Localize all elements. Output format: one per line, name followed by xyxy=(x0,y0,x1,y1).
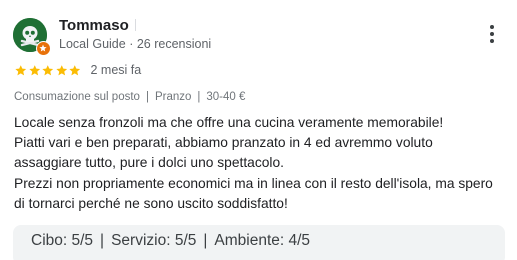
more-vertical-icon xyxy=(490,25,494,29)
review-text: Locale senza fronzoli ma che offre una c… xyxy=(14,113,509,214)
review-text-line: Piatti vari e ben preparati, abbiamo pra… xyxy=(14,135,433,151)
tag-meal: Pranzo xyxy=(154,91,192,103)
local-guide-badge-icon xyxy=(36,41,51,56)
score-divider: | xyxy=(100,232,105,249)
tag-divider: | xyxy=(197,91,201,103)
review-text-line: Prezzi non propriamente economici ma in … xyxy=(14,175,493,191)
tag-service: Consumazione sul posto xyxy=(14,91,140,103)
reviews-count: 26 recensioni xyxy=(136,37,212,51)
rating-row: 2 mesi fa xyxy=(14,62,141,78)
star-icon xyxy=(15,64,27,75)
more-options-button[interactable] xyxy=(485,25,499,47)
author-name-row: Tommaso xyxy=(59,17,136,34)
score-panel: Cibo: 5/5 | Servizio: 5/5 | Ambiente: 4/5 xyxy=(13,225,505,260)
author-name[interactable]: Tommaso xyxy=(59,17,129,34)
review-header: Tommaso Local Guide · 26 recensioni xyxy=(13,17,503,57)
review-text-line: assaggiare tutto, pure i dolci uno spett… xyxy=(14,155,284,171)
subtitle-separator: · xyxy=(129,37,134,51)
star-icon xyxy=(42,64,54,75)
score-service: Servizio: 5/5 xyxy=(111,232,197,249)
star-rating xyxy=(14,64,82,77)
star-icon xyxy=(69,64,81,75)
visit-details: Consumazione sul posto | Pranzo | 30-40 € xyxy=(14,91,245,103)
score-line: Cibo: 5/5 | Servizio: 5/5 | Ambiente: 4/5 xyxy=(31,232,310,250)
score-divider: | xyxy=(203,232,208,249)
avatar[interactable] xyxy=(13,18,51,56)
local-guide-label: Local Guide xyxy=(59,37,126,51)
tag-price: 30-40 € xyxy=(206,91,246,103)
star-icon xyxy=(55,64,67,75)
review-text-line: di tornarci perché ne sono uscito soddis… xyxy=(14,195,288,211)
score-food: Cibo: 5/5 xyxy=(31,232,94,249)
review-date: 2 mesi fa xyxy=(90,63,142,77)
name-divider xyxy=(134,19,136,31)
score-ambience: Ambiente: 4/5 xyxy=(214,232,311,249)
star-icon xyxy=(28,64,40,75)
review-text-line: Locale senza fronzoli ma che offre una c… xyxy=(14,115,444,130)
tag-divider: | xyxy=(145,91,149,103)
author-subtitle: Local Guide · 26 recensioni xyxy=(59,37,211,51)
